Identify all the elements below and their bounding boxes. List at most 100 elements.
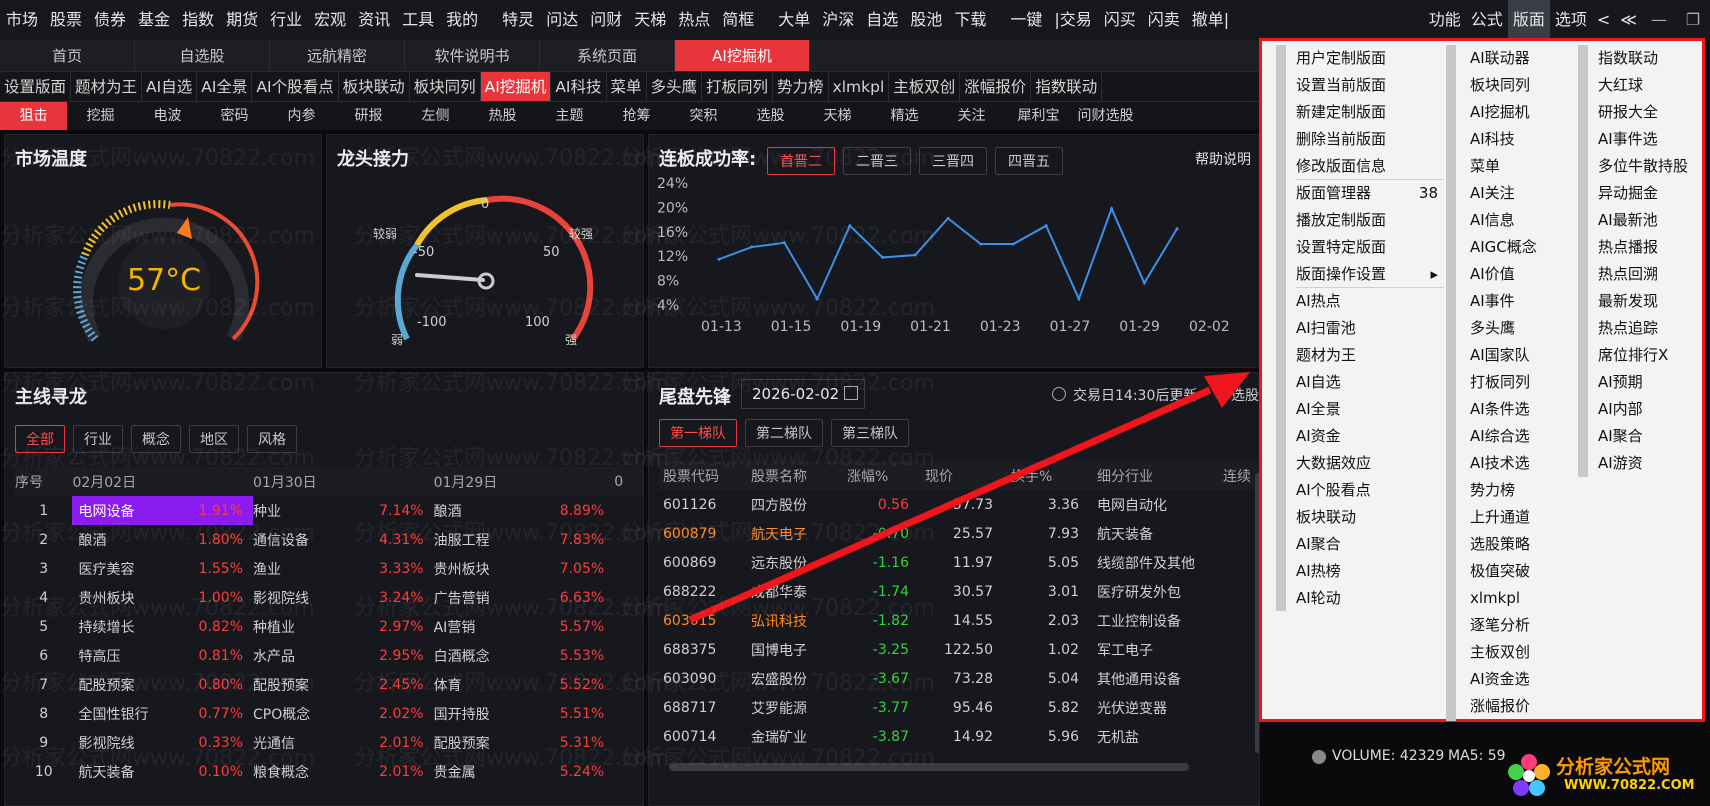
- menu-item[interactable]: AI轮动: [1296, 585, 1444, 612]
- menu-item[interactable]: 用户定制版面: [1296, 45, 1444, 72]
- menu-scroll-strip[interactable]: [1446, 45, 1456, 721]
- sub-tab[interactable]: 热股: [469, 102, 536, 130]
- layout-tab[interactable]: AI科技: [551, 72, 607, 101]
- menu-item[interactable]: AI热榜: [1296, 558, 1444, 585]
- menu-item[interactable]: AI关注: [1470, 180, 1578, 207]
- menu-10[interactable]: 我的: [440, 0, 484, 40]
- table-row[interactable]: 6 特高压 0.81% 水产品 2.95% 白酒概念 5.53%: [15, 641, 643, 670]
- table-row[interactable]: 10 航天装备 0.10% 粮食概念 2.01% 贵金属 5.24%: [15, 757, 643, 786]
- sub-tab[interactable]: 犀利宝: [1005, 102, 1072, 130]
- page-tab[interactable]: 远航精密: [270, 40, 405, 71]
- filter-chip[interactable]: 全部: [15, 425, 65, 453]
- menu-item[interactable]: 热点播报: [1598, 234, 1704, 261]
- tier-tab[interactable]: 第一梯队: [659, 419, 737, 447]
- menu-3[interactable]: 基金: [132, 0, 176, 40]
- menu-15[interactable]: 热点: [672, 0, 716, 40]
- table-row[interactable]: 2 酿酒 1.80% 通信设备 4.31% 油服工程 7.83%: [15, 525, 643, 554]
- calendar-icon[interactable]: [844, 386, 858, 400]
- menu-12[interactable]: 问达: [540, 0, 584, 40]
- layout-tab[interactable]: 板块联动: [339, 72, 410, 101]
- menu-item[interactable]: AI热点: [1296, 288, 1444, 315]
- table-row[interactable]: 688222 成都华泰 -1.74 30.57 3.01 医疗研发外包: [659, 577, 1259, 606]
- horizontal-scrollbar[interactable]: [669, 763, 1189, 771]
- sub-tab[interactable]: 天梯: [804, 102, 871, 130]
- menu-scroll-strip[interactable]: [1276, 45, 1286, 611]
- menu-item[interactable]: AI聚合: [1296, 531, 1444, 558]
- table-row[interactable]: 601126 四方股份 0.56 37.73 3.36 电网自动化: [659, 490, 1259, 519]
- menu-item[interactable]: 多位牛散持股: [1598, 153, 1704, 180]
- menu-item[interactable]: 极值突破: [1470, 558, 1578, 585]
- layout-tab[interactable]: AI挖掘机: [480, 72, 552, 101]
- menu-item[interactable]: 选股策略: [1470, 531, 1578, 558]
- menu-2[interactable]: 债券: [88, 0, 132, 40]
- menu-item[interactable]: 热点追踪: [1598, 315, 1704, 342]
- menu-item[interactable]: AI预期: [1598, 369, 1704, 396]
- menu-right-1[interactable]: 公式: [1466, 0, 1508, 40]
- menu-4[interactable]: 指数: [176, 0, 220, 40]
- menu-item[interactable]: 板块同列: [1470, 72, 1578, 99]
- sub-tab[interactable]: 电波: [134, 102, 201, 130]
- sub-tab[interactable]: 内参: [268, 102, 335, 130]
- table-row[interactable]: 603015 弘讯科技 -1.82 14.55 2.03 工业控制设备: [659, 606, 1259, 635]
- menu-item[interactable]: 多头鹰: [1470, 315, 1578, 342]
- layout-tab[interactable]: AI个股看点: [252, 72, 339, 101]
- menu-0[interactable]: 市场: [0, 0, 44, 40]
- menu-item[interactable]: AI最新池: [1598, 207, 1704, 234]
- page-tab[interactable]: 自选股: [135, 40, 270, 71]
- menu-right-3[interactable]: 选项: [1550, 0, 1592, 40]
- table-row[interactable]: 3 医疗美容 1.55% 渔业 3.33% 贵州板块 7.05%: [15, 554, 643, 583]
- menu-item[interactable]: AI联动器: [1470, 45, 1578, 72]
- menu-item[interactable]: 指数联动: [1598, 45, 1704, 72]
- menu-21[interactable]: 下载: [948, 0, 992, 40]
- sub-tab[interactable]: 问财选股: [1072, 102, 1139, 130]
- table-row[interactable]: 5 持续增长 0.82% 种植业 2.97% AI营销 5.57%: [15, 612, 643, 641]
- menu-item[interactable]: 删除当前版面: [1296, 126, 1444, 153]
- menu-5[interactable]: 期货: [220, 0, 264, 40]
- menu-item[interactable]: 席位排行X: [1598, 342, 1704, 369]
- menu-6[interactable]: 行业: [264, 0, 308, 40]
- menu-item[interactable]: AI信息: [1470, 207, 1578, 234]
- table-row[interactable]: 600879 航天电子 -0.70 25.57 7.93 航天装备: [659, 519, 1259, 548]
- menu-item[interactable]: AI国家队: [1470, 342, 1578, 369]
- menu-26[interactable]: 撤单|: [1186, 0, 1235, 40]
- tier-tab[interactable]: 第三梯队: [831, 419, 909, 447]
- page-tab[interactable]: AI挖掘机: [675, 40, 810, 71]
- menu-right-0[interactable]: 功能: [1424, 0, 1466, 40]
- menu-item[interactable]: 打板同列: [1470, 369, 1578, 396]
- menu-13[interactable]: 问财: [584, 0, 628, 40]
- page-tab[interactable]: 系统页面: [540, 40, 675, 71]
- table-row[interactable]: 600714 金瑞矿业 -3.87 14.92 5.96 无机盐: [659, 722, 1259, 751]
- filter-chip[interactable]: 地区: [189, 425, 239, 453]
- menu-item[interactable]: 设置当前版面: [1296, 72, 1444, 99]
- filter-chip[interactable]: 概念: [131, 425, 181, 453]
- layout-tab[interactable]: AI自选: [142, 72, 198, 101]
- menu-item[interactable]: 大红球: [1598, 72, 1704, 99]
- table-row[interactable]: 600869 远东股份 -1.16 11.97 5.05 线缆部件及其他: [659, 548, 1259, 577]
- menu-item[interactable]: 版面管理器 38: [1296, 180, 1444, 207]
- table-row[interactable]: 8 全国性银行 0.77% CPO概念 2.02% 国开持股 5.51%: [15, 699, 643, 728]
- menu-19[interactable]: 自选: [860, 0, 904, 40]
- menu-item[interactable]: AI个股看点: [1296, 477, 1444, 504]
- menu-item[interactable]: 大数据效应: [1296, 450, 1444, 477]
- sub-tab[interactable]: 挖掘: [67, 102, 134, 130]
- menu-item[interactable]: 主板双创: [1470, 639, 1578, 666]
- minimize-icon[interactable]: —: [1642, 0, 1676, 40]
- menu-item[interactable]: AI内部: [1598, 396, 1704, 423]
- layout-tab[interactable]: 菜单: [607, 72, 647, 101]
- menu-item[interactable]: 热点回溯: [1598, 261, 1704, 288]
- layout-tab[interactable]: 设置版面: [0, 72, 72, 101]
- menu-item[interactable]: 题材为王: [1296, 342, 1444, 369]
- menu-item[interactable]: AI事件选: [1598, 126, 1704, 153]
- menu-item[interactable]: AI综合选: [1470, 423, 1578, 450]
- table-row[interactable]: 603090 宏盛股份 -3.67 73.28 5.04 其他通用设备: [659, 664, 1259, 693]
- sub-tab[interactable]: 研报: [335, 102, 402, 130]
- sub-tab[interactable]: 抢筹: [603, 102, 670, 130]
- menu-item[interactable]: AI聚合: [1598, 423, 1704, 450]
- menu-item[interactable]: 新建定制版面: [1296, 99, 1444, 126]
- menu-item[interactable]: 板块联动: [1296, 504, 1444, 531]
- table-row[interactable]: 1 电网设备 1.91% 种业 7.14% 酿酒 8.89%: [15, 496, 643, 525]
- filter-chip[interactable]: 风格: [247, 425, 297, 453]
- table-row[interactable]: 7 配股预案 0.80% 配股预案 2.45% 体育 5.52%: [15, 670, 643, 699]
- menu-item[interactable]: AI科技: [1470, 126, 1578, 153]
- menu-item[interactable]: AI挖掘机: [1470, 99, 1578, 126]
